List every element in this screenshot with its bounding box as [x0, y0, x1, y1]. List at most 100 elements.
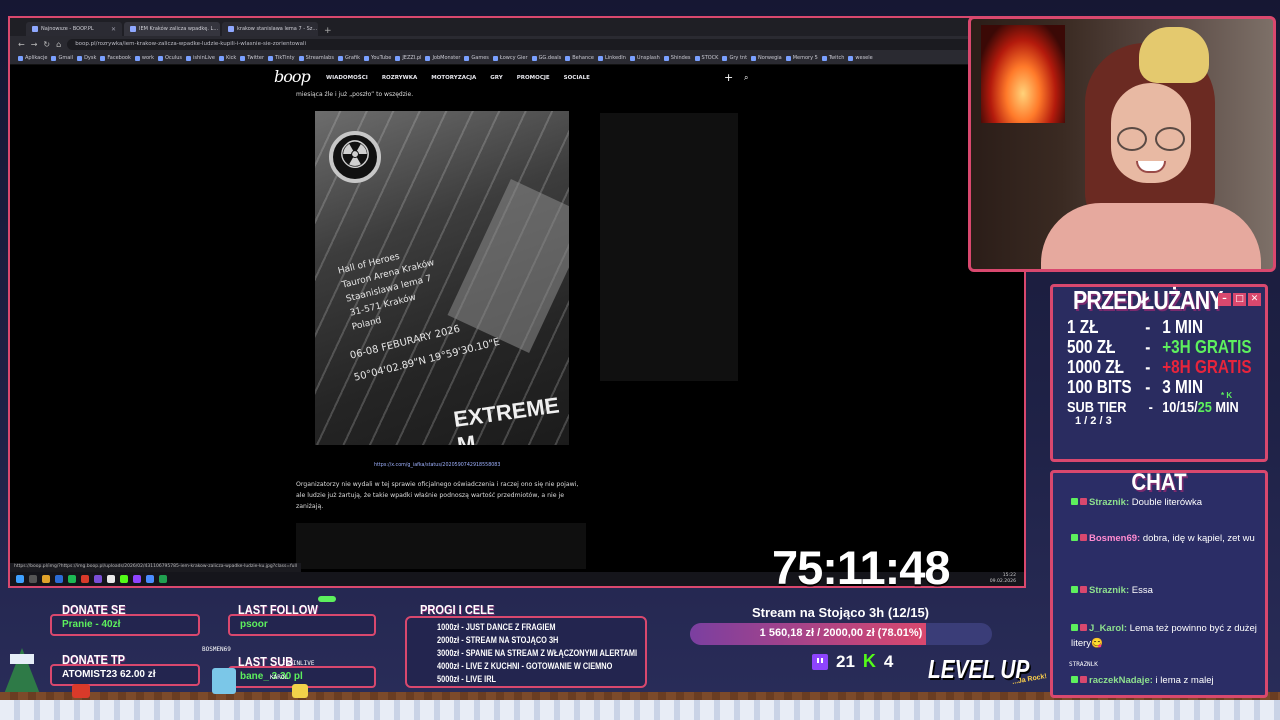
app-icon[interactable]: [146, 575, 154, 583]
rate-amount: 1000 ZŁ: [1067, 357, 1124, 377]
viewer-sprite: [72, 684, 90, 698]
bookmark-item[interactable]: STOCK: [694, 55, 718, 61]
app-icon[interactable]: [81, 575, 89, 583]
discord-icon[interactable]: [94, 575, 102, 583]
pixel-decor: [318, 596, 336, 602]
nav-menu-item[interactable]: SOCIALE: [564, 75, 590, 81]
bookmark-item[interactable]: work: [134, 55, 154, 61]
close-tab-icon[interactable]: ✕: [111, 26, 116, 33]
bookmark-label: work: [141, 55, 154, 61]
chat-username[interactable]: raczekNadaje:: [1089, 675, 1153, 686]
sub-badge-icon: [1080, 624, 1087, 631]
bookmark-item[interactable]: Grafik: [337, 55, 360, 61]
bookmark-item[interactable]: Games: [464, 55, 489, 61]
bookmark-label: JEZZI.pl: [402, 55, 422, 61]
bookmark-item[interactable]: Streamlabs: [298, 55, 334, 61]
goals-list: 1000zł - JUST DANCE Z FRAGIEM 2000zł - ST…: [405, 616, 647, 688]
bookmark-item[interactable]: Kick: [218, 55, 236, 61]
bookmark-icon: [425, 55, 431, 61]
favicon-icon: [32, 26, 38, 32]
chat-username[interactable]: Straznik:: [1089, 497, 1129, 508]
bookmark-item[interactable]: YouTube: [363, 55, 391, 61]
bookmark-item[interactable]: JobMonster: [425, 55, 460, 61]
subgoal-progress-text: 1 560,18 zł / 2000,00 zł (78.01%): [759, 627, 923, 639]
bookmark-item[interactable]: LinkedIn: [597, 55, 626, 61]
browser-tab[interactable]: Najnowsze - BOOP.PL ✕: [26, 22, 122, 36]
subgoal-progress-bar: 1 560,18 zł / 2000,00 zł (78.01%): [690, 623, 992, 645]
snow-floor: [0, 692, 1280, 720]
kick-icon[interactable]: [120, 575, 128, 583]
url-input[interactable]: boop.pl/rozrywka/iem-krakow-zalicza-wpad…: [67, 38, 990, 50]
webcam-feed: [968, 16, 1276, 272]
search-icon[interactable]: ⌕: [744, 73, 748, 83]
plus-icon[interactable]: +: [724, 71, 733, 84]
spotify-icon[interactable]: [68, 575, 76, 583]
browser-tab-active[interactable]: IEM Kraków zalicza wpadkę. L...✕: [124, 22, 220, 36]
bookmark-item[interactable]: Aplikacje: [18, 55, 47, 61]
chrome-icon[interactable]: [107, 575, 115, 583]
taskbar-clock[interactable]: 15:22 09.02.2026: [990, 573, 1016, 585]
bookmark-item[interactable]: Behance: [565, 55, 594, 61]
streamer-shirt: [1041, 203, 1261, 269]
bookmark-item[interactable]: Unsplash: [629, 55, 660, 61]
bookmark-item[interactable]: Gmail: [51, 55, 73, 61]
sprite-label: ISHINLIVE: [282, 660, 315, 667]
bookmark-label: Unsplash: [636, 55, 660, 61]
bookmark-item[interactable]: Łowcy Gier: [492, 55, 528, 61]
chat-message: Straznik: Double literówka: [1071, 495, 1261, 510]
bookmark-item[interactable]: ishinLive: [186, 55, 215, 61]
rate-row: 1000 ZŁ - +8H GRATIS: [1067, 357, 1252, 378]
browser-tab[interactable]: krakow stanislawa lema 7 - Sz...✕: [222, 22, 318, 36]
chat-text: i lema z malej: [1155, 675, 1214, 686]
bookmark-label: Twitch: [828, 55, 845, 61]
bookmark-item[interactable]: GG.deals: [531, 55, 561, 61]
donate-se-value: Pranie - 40zł: [50, 614, 200, 636]
bookmark-item[interactable]: Norwegia: [751, 55, 782, 61]
xbox-icon[interactable]: [159, 575, 167, 583]
bookmark-label: Games: [471, 55, 489, 61]
reload-icon[interactable]: ↻: [43, 40, 50, 49]
start-icon[interactable]: [16, 575, 24, 583]
extension-title: PRZEDŁUŻANY: [1073, 285, 1224, 315]
folder-icon[interactable]: [42, 575, 50, 583]
bookmark-item[interactable]: Twitter: [240, 55, 264, 61]
rate-amount: 1 ZŁ: [1067, 317, 1099, 337]
nav-menu-item[interactable]: GRY: [490, 75, 502, 81]
goal-item: 2000zł - STREAM NA STOJĄCO 3H: [437, 635, 559, 645]
bookmark-item[interactable]: wesele: [848, 55, 873, 61]
bookmark-item[interactable]: JEZZI.pl: [395, 55, 421, 61]
chat-title: CHAT: [1131, 469, 1187, 496]
nav-menu-item[interactable]: WIADOMOŚCI: [326, 75, 368, 81]
search-icon[interactable]: [29, 575, 37, 583]
nav-menu-item[interactable]: MOTORYZACJA: [431, 75, 476, 81]
chat-username[interactable]: J_Karol:: [1089, 623, 1127, 634]
moderator-badge-icon: [1071, 586, 1078, 593]
forward-icon[interactable]: →: [31, 40, 38, 49]
extension-panel: PRZEDŁUŻANY – □ ✕ 1 ZŁ -1 MIN 500 ZŁ - +3H G…: [1050, 284, 1268, 462]
bookmark-item[interactable]: Facebook: [100, 55, 131, 61]
chat-username[interactable]: Bosmen69:: [1089, 533, 1140, 544]
bookmark-item[interactable]: Memory 5: [785, 55, 818, 61]
bookmark-item[interactable]: Shindes: [663, 55, 691, 61]
twitch-icon[interactable]: [133, 575, 141, 583]
article-photo[interactable]: Hall of Heroes Tauron Arena Kraków Staan…: [315, 111, 569, 445]
photo-caption-link[interactable]: https://x.com/g_iafka/status/20205907429…: [374, 463, 500, 468]
rate-amount: 100 BITS: [1067, 377, 1132, 397]
new-tab-button[interactable]: +: [324, 26, 332, 36]
bookmark-item[interactable]: Gry tnt: [722, 55, 747, 61]
nav-menu-item[interactable]: ROZRYWKA: [382, 75, 417, 81]
sub-badge-icon: [1080, 534, 1087, 541]
home-icon[interactable]: ⌂: [56, 40, 61, 49]
bookmark-item[interactable]: TikTinty: [268, 55, 295, 61]
back-icon[interactable]: ←: [18, 40, 25, 49]
chat-username[interactable]: Straznik:: [1089, 585, 1129, 596]
bookmark-item[interactable]: Oculus: [157, 55, 182, 61]
bookmark-item[interactable]: Twitch: [821, 55, 845, 61]
nav-menu-item[interactable]: PROMOCJE: [517, 75, 550, 81]
bookmark-item[interactable]: Dysk: [77, 55, 96, 61]
goal-item: 3000zł - SPANIE NA STREAM Z WŁĄCZONYMI A…: [437, 648, 638, 658]
site-logo[interactable]: boop: [274, 67, 311, 86]
rate-row: 1 ZŁ -1 MIN: [1067, 317, 1203, 338]
app-icon[interactable]: [55, 575, 63, 583]
bookmark-label: TikTinty: [275, 55, 295, 61]
